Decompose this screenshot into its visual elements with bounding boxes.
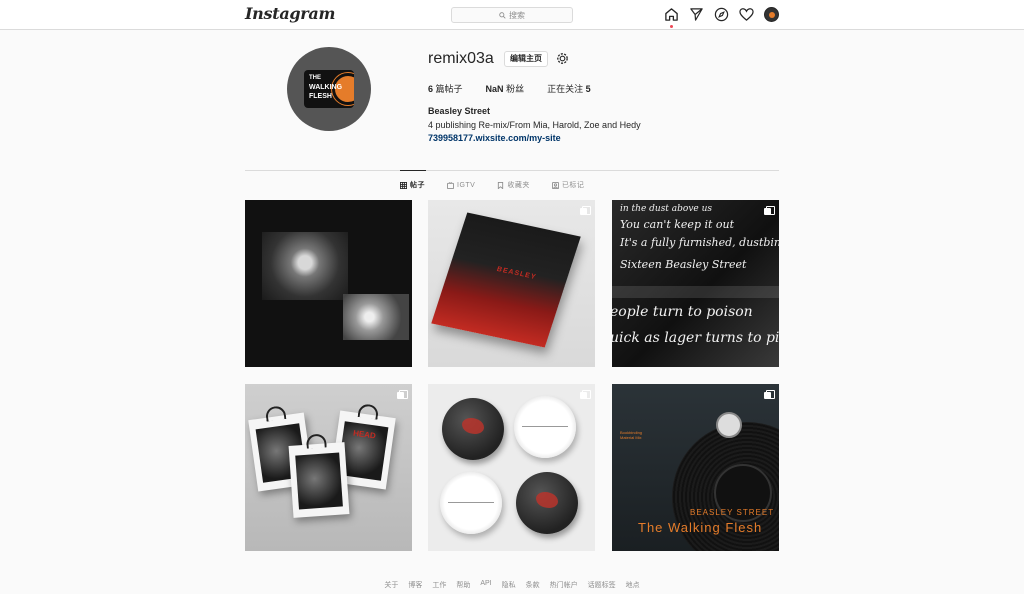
footer-link-terms[interactable]: 条款 xyxy=(526,580,540,590)
lyric-line: uick as lager turns to piss xyxy=(612,330,779,346)
lyric-line: Sixteen Beasley Street xyxy=(620,258,747,271)
tabs-divider xyxy=(245,170,779,171)
footer-link-about[interactable]: 关于 xyxy=(384,580,398,590)
post-thumbnail[interactable]: BEASLEY xyxy=(428,200,595,367)
light-pin-button xyxy=(514,396,576,458)
posts-grid: BEASLEY in the dust above us You can't k… xyxy=(245,200,779,551)
avatar-line-2: WALKING xyxy=(309,84,343,91)
instagram-logo[interactable]: Instagram xyxy=(245,4,335,23)
multiple-images-icon xyxy=(397,390,408,399)
profile-avatar-icon[interactable] xyxy=(764,7,779,22)
medal-emblem xyxy=(716,412,742,438)
tab-tagged[interactable]: 已标记 xyxy=(551,180,585,190)
post-image-face-small xyxy=(343,294,409,340)
following-count[interactable]: 正在关注 5 xyxy=(547,82,591,95)
search-placeholder: 搜索 xyxy=(509,10,525,20)
lyric-line: You can't keep it out xyxy=(620,218,735,231)
explore-icon[interactable] xyxy=(714,7,729,22)
profile-username: remix03a xyxy=(428,50,494,67)
top-navigation-bar: Instagram 搜索 xyxy=(0,0,1024,30)
side-text: Bookbinding Material Mix xyxy=(620,430,643,440)
lyric-line: eople turn to poison xyxy=(612,304,753,320)
settings-gear-icon[interactable] xyxy=(555,51,570,66)
activity-heart-icon[interactable] xyxy=(739,7,754,22)
record-subtitle: The Walking Flesh xyxy=(638,520,763,535)
bio-link[interactable]: 739958177.wixsite.com/my-site xyxy=(428,133,561,143)
notification-dot xyxy=(670,25,673,28)
post-image-decorative-text xyxy=(256,260,268,295)
bio-text: 4 publishing Re-mix/From Mia, Harold, Zo… xyxy=(428,120,641,130)
tote-bag-image xyxy=(288,433,350,518)
footer-links: 关于 博客 工作 帮助 API 隐私 条款 热门帐户 话题标签 地点 xyxy=(0,580,1024,590)
tab-tagged-label: 已标记 xyxy=(561,182,585,189)
tab-posts-label: 帖子 xyxy=(410,182,425,189)
album-title: BEASLEY xyxy=(495,266,538,282)
multiple-images-icon xyxy=(580,206,591,215)
footer-link-hashtags[interactable]: 话题标签 xyxy=(588,580,616,590)
dark-pin-button xyxy=(516,472,578,534)
direct-icon[interactable] xyxy=(689,7,704,22)
footer-link-locations[interactable]: 地点 xyxy=(626,580,640,590)
grid-icon xyxy=(400,181,407,189)
post-thumbnail[interactable]: HEAD xyxy=(245,384,412,551)
avatar-line-1: THE xyxy=(309,75,321,81)
footer-link-privacy[interactable]: 隐私 xyxy=(502,580,516,590)
nav-icons xyxy=(664,7,779,28)
igtv-icon xyxy=(447,181,454,189)
bag-handle xyxy=(264,405,287,422)
footer-link-jobs[interactable]: 工作 xyxy=(432,580,446,590)
footer-link-blog[interactable]: 博客 xyxy=(408,580,422,590)
post-thumbnail[interactable] xyxy=(245,200,412,367)
footer-link-api[interactable]: API xyxy=(480,580,491,590)
multiple-images-icon xyxy=(580,390,591,399)
tab-saved[interactable]: 收藏夹 xyxy=(497,180,530,190)
tab-posts[interactable]: 帖子 xyxy=(400,180,425,190)
post-image-face xyxy=(262,232,348,300)
post-image-strip xyxy=(612,286,779,298)
post-thumbnail[interactable]: Bookbinding Material Mix BEASLEY STREET … xyxy=(612,384,779,551)
profile-stats: 6 篇帖子 NaN 粉丝 正在关注 5 xyxy=(428,82,591,95)
multiple-images-icon xyxy=(764,390,775,399)
edit-profile-button[interactable]: 编辑主页 xyxy=(504,51,548,67)
home-icon[interactable] xyxy=(664,7,679,28)
tagged-icon xyxy=(551,181,559,189)
bio-name: Beasley Street xyxy=(428,106,491,116)
footer-link-help[interactable]: 帮助 xyxy=(456,580,470,590)
tab-igtv[interactable]: IGTV xyxy=(447,180,475,190)
post-thumbnail[interactable] xyxy=(428,384,595,551)
bag-print xyxy=(295,452,343,510)
followers-count[interactable]: NaN 粉丝 xyxy=(486,82,525,95)
profile-avatar[interactable]: THE WALKING FLESH xyxy=(287,47,371,131)
avatar-line-3: FLESH xyxy=(309,93,332,100)
multiple-images-icon xyxy=(764,206,775,215)
active-tab-indicator xyxy=(400,170,426,171)
profile-tabs: 帖子 IGTV 收藏夹 已标记 xyxy=(400,180,584,190)
lyric-line: It's a fully furnished, dustbin xyxy=(620,236,779,249)
tab-saved-label: 收藏夹 xyxy=(507,182,530,189)
bookmark-icon xyxy=(498,181,504,189)
posts-count: 6 篇帖子 xyxy=(428,84,463,94)
search-icon xyxy=(499,11,506,19)
bag-handle xyxy=(357,403,380,420)
mini-avatar xyxy=(764,7,779,22)
bag-handle xyxy=(305,433,327,449)
post-thumbnail[interactable]: in the dust above us You can't keep it o… xyxy=(612,200,779,367)
search-input[interactable]: 搜索 xyxy=(451,7,573,23)
light-pin-button xyxy=(440,472,502,534)
dark-pin-button xyxy=(442,398,504,460)
record-title: BEASLEY STREET xyxy=(690,508,775,517)
walking-flesh-logo: THE WALKING FLESH xyxy=(304,70,354,108)
tab-igtv-label: IGTV xyxy=(457,181,476,189)
lyric-line: in the dust above us xyxy=(620,204,713,214)
avatar-logo-text: THE WALKING FLESH xyxy=(309,74,342,101)
post-image-album-box: BEASLEY xyxy=(431,212,581,348)
footer-link-top-accounts[interactable]: 热门帐户 xyxy=(550,580,578,590)
